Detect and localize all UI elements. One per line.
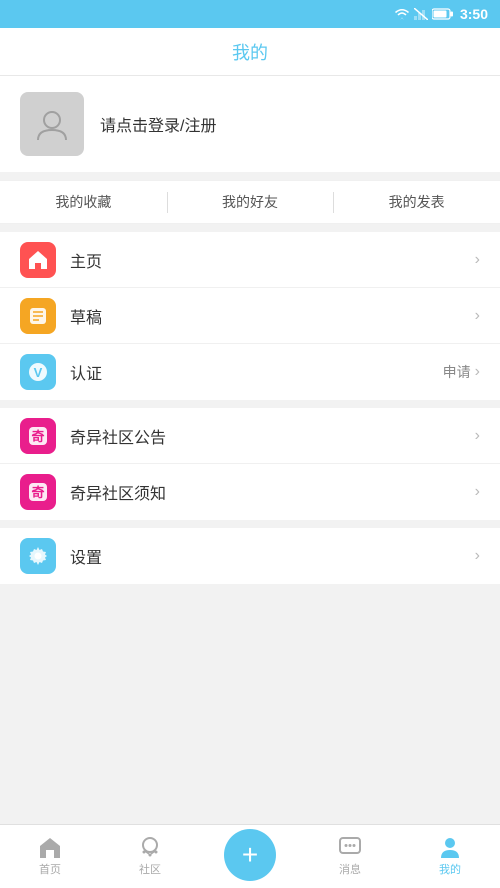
signal-icon (414, 8, 428, 20)
rules-icon: 奇 (27, 481, 49, 503)
nav-message-icon (338, 836, 362, 858)
avatar (20, 92, 84, 156)
profile-section[interactable]: 请点击登录/注册 (0, 76, 500, 172)
settings-icon (27, 545, 49, 567)
nav-label-message: 消息 (339, 861, 361, 877)
nav-label-home: 首页 (39, 861, 61, 877)
verify-extra: 申请 (443, 362, 471, 382)
draft-icon (27, 305, 49, 327)
menu-item-home[interactable]: 主页 › (0, 232, 500, 288)
chevron-icon: › (475, 427, 480, 445)
plus-button[interactable]: + (224, 829, 276, 881)
tab-friends[interactable]: 我的好友 (167, 181, 334, 223)
page-title: 我的 (232, 39, 268, 65)
draft-icon-bg (20, 298, 56, 334)
menu-label-verify: 认证 (70, 360, 443, 384)
notice-icon: 奇 (27, 425, 49, 447)
notice-icon-bg: 奇 (20, 418, 56, 454)
login-prompt[interactable]: 请点击登录/注册 (100, 112, 216, 136)
menu-item-draft[interactable]: 草稿 › (0, 288, 500, 344)
svg-text:奇: 奇 (31, 485, 44, 500)
menu-label-rules: 奇异社区须知 (70, 480, 475, 504)
tabs-row: 我的收藏 我的好友 我的发表 (0, 180, 500, 224)
nav-community-icon (138, 836, 162, 858)
menu-item-verify[interactable]: V 认证 申请 › (0, 344, 500, 400)
menu-label-home: 主页 (70, 248, 475, 272)
svg-text:V: V (34, 365, 43, 380)
menu-label-notice: 奇异社区公告 (70, 424, 475, 448)
chevron-icon: › (475, 251, 480, 269)
menu-label-settings: 设置 (70, 544, 475, 568)
bottom-nav: 首页 社区 + 消息 我的 (0, 824, 500, 888)
menu-item-settings[interactable]: 设置 › (0, 528, 500, 584)
nav-label-profile: 我的 (439, 861, 461, 877)
menu-item-notice[interactable]: 奇 奇异社区公告 › (0, 408, 500, 464)
nav-item-community[interactable]: 社区 (100, 825, 200, 888)
status-bar: 3:50 (0, 0, 500, 28)
status-icons (394, 8, 454, 20)
nav-home-icon (38, 836, 62, 858)
menu-item-rules[interactable]: 奇 奇异社区须知 › (0, 464, 500, 520)
chevron-icon: › (475, 547, 480, 565)
nav-item-message[interactable]: 消息 (300, 825, 400, 888)
home-icon (27, 249, 49, 271)
svg-text:奇: 奇 (31, 429, 44, 444)
tab-posts[interactable]: 我的发表 (333, 181, 500, 223)
nav-label-community: 社区 (139, 861, 161, 877)
header: 我的 (0, 28, 500, 76)
battery-icon (432, 8, 454, 20)
avatar-icon (34, 106, 70, 142)
verify-icon: V (27, 361, 49, 383)
settings-icon-bg (20, 538, 56, 574)
status-time: 3:50 (460, 6, 488, 22)
nav-item-profile[interactable]: 我的 (400, 825, 500, 888)
nav-item-plus[interactable]: + (200, 829, 300, 885)
menu-section-2: 奇 奇异社区公告 › 奇 奇异社区须知 › (0, 408, 500, 520)
nav-item-home[interactable]: 首页 (0, 825, 100, 888)
tab-collections[interactable]: 我的收藏 (0, 181, 167, 223)
chevron-icon: › (475, 363, 480, 381)
chevron-icon: › (475, 307, 480, 325)
menu-section-1: 主页 › 草稿 › V 认证 申请 › (0, 232, 500, 400)
home-icon-bg (20, 242, 56, 278)
plus-icon: + (242, 841, 258, 869)
menu-section-3: 设置 › (0, 528, 500, 584)
nav-profile-icon (438, 836, 462, 858)
verify-icon-bg: V (20, 354, 56, 390)
menu-label-draft: 草稿 (70, 304, 475, 328)
chevron-icon: › (475, 483, 480, 501)
wifi-icon (394, 8, 410, 20)
rules-icon-bg: 奇 (20, 474, 56, 510)
